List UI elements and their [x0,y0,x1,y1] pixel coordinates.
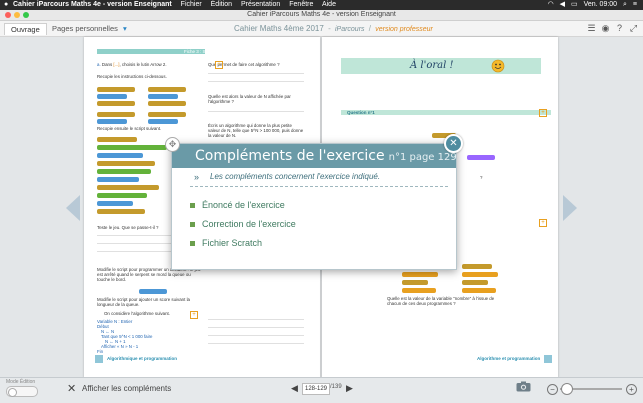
camera-icon[interactable] [516,381,531,392]
complement-item-enonce[interactable]: Énoncé de l'exercice [190,200,285,210]
search-icon[interactable]: ⌕ [623,1,627,8]
menu-app-name[interactable]: Cahier iParcours Maths 4e - version Ense… [13,1,172,8]
bullet-icon [190,222,195,228]
list-icon[interactable]: ☰ [586,23,597,34]
tab-pages-personnelles-label: Pages personnelles [52,24,118,33]
left-q3-text: Quelle est alors la valeur de N affichée… [208,94,291,104]
next-page-button[interactable]: ▶ [346,383,353,394]
fullscreen-icon[interactable]: ⤢ [628,23,639,34]
apple-icon[interactable]: ● [4,0,8,10]
show-complements-label[interactable]: Afficher les compléments [82,384,171,393]
zoom-slider-knob[interactable] [561,383,573,395]
left-footer-label: Algorithmique et programmation [107,356,178,361]
left-page-number-box [95,355,103,363]
exercise-a2-text: Recopie les instructions ci-dessous. [97,74,167,79]
algorithm-title: On considère l'algorithme suivant. [104,311,170,316]
menu-fenetre[interactable]: Fenêtre [289,1,313,8]
eye-icon[interactable]: ◉ [600,23,611,34]
complement-item-enonce-label: Énoncé de l'exercice [202,200,285,210]
question-label: Question n°1 [347,110,375,115]
mode-edition-label: Mode Édition [6,379,36,385]
algorithm-line-7: Fin [97,349,104,354]
tab-pages-personnelles[interactable]: Pages personnelles ▾ [46,23,133,34]
close-complements-icon[interactable]: ✕ [67,382,76,395]
menubar: ● Cahier iParcours Maths 4e - version En… [0,0,643,10]
complement-item-correction[interactable]: Correction de l'exercice [190,219,296,229]
right-add-complement-button-2[interactable]: + [539,219,547,227]
complement-item-correction-label: Correction de l'exercice [202,219,296,229]
menu-fichier[interactable]: Fichier [181,1,202,8]
right-page-number-box [544,355,552,363]
previous-page-button[interactable]: ◀ [291,383,298,394]
page-total: /139 [330,384,342,390]
menu-presentation[interactable]: Présentation [241,1,280,8]
volume-icon[interactable]: ◀ [560,1,565,8]
right-q-snippet: ? [480,175,483,180]
double-chevron-icon: » [194,172,200,182]
dialog-close-button[interactable]: ✕ [444,134,463,153]
zoom-in-button[interactable]: + [626,384,637,395]
window-title: Cahier iParcours Maths 4e - version Ense… [247,11,396,18]
menu-edition[interactable]: Édition [211,1,232,8]
next-page-arrow-icon[interactable] [563,195,577,221]
bullet-icon [190,241,195,247]
complement-item-scratch-label: Fichier Scratch [202,238,263,248]
document-title: Cahier Maths 4ème 2017 - iParcours / ver… [234,24,433,33]
dialog-divider [190,186,448,187]
bottom-bar: Mode Édition ✕ Afficher les compléments … [0,377,643,403]
left-q4-text: Écris un algorithme qui donne la plus pe… [208,123,304,138]
menu-aide[interactable]: Aide [322,1,336,8]
doc-title-version: version professeur [375,26,433,33]
tab-ouvrage[interactable]: Ouvrage [4,23,47,35]
toggle-knob [8,388,17,397]
oral-title: À l'oral ! [410,60,454,71]
exercise-e-text: Modifie le script pour ajouter un score … [97,297,190,307]
toolbar: Ouvrage Pages personnelles ▾ Cahier Math… [0,21,643,37]
left-header-text: Fiche 3 : Scratch [184,49,218,54]
exercise-b-text: Recopie ensuite le script suivant. [97,126,162,131]
smiley-icon [491,59,505,73]
right-bottom-question: Quelle est la valeur de la variable "nom… [387,296,495,306]
previous-page-arrow-icon[interactable] [66,195,80,221]
zoom-out-button[interactable]: − [547,384,558,395]
right-footer-label: Algorithme et programmation [477,356,541,361]
exercise-a-text: a. Dans [...], choisis le lutin Arrow 2. [97,62,167,67]
move-handle-icon[interactable]: ✥ [165,137,180,152]
page-number-input[interactable]: 128-129 [302,383,330,395]
algorithm-line-6: Afficher « N » N - 1 [101,344,139,349]
mode-edition-toggle[interactable] [6,386,38,397]
dialog-header: Compléments de l'exercice n°1 page 129 [172,144,457,168]
chevron-down-icon: ▾ [122,24,127,33]
window-titlebar: Cahier iParcours Maths 4e - version Ense… [0,10,643,21]
oral-banner: À l'oral ! [341,58,541,74]
menubar-clock[interactable]: Ven. 09:00 [584,1,617,8]
exercise-c-text: Teste le jeu. Que se passe-t-il ? [97,225,159,230]
complement-item-scratch[interactable]: Fichier Scratch [190,238,262,248]
doc-title-main: Cahier Maths 4ème 2017 [234,24,324,33]
dialog-title: Compléments de l'exercice n°1 page 129 [195,148,457,164]
doc-title-sub: iParcours [334,26,365,33]
left-top-add-button[interactable]: + [215,61,223,69]
wifi-icon[interactable]: ◠ [548,1,554,8]
battery-icon[interactable]: ▭ [571,1,578,8]
menu-list-icon[interactable]: ≡ [633,1,637,8]
help-icon[interactable]: ? [614,23,625,34]
dialog-title-suffix: n°1 page 129 [388,152,457,163]
left-add-complement-button[interactable]: + [190,311,198,319]
dialog-subtitle: Les compléments concernent l'exercice in… [210,172,381,181]
bullet-icon [190,203,195,209]
right-add-complement-button-1[interactable]: + [539,109,547,117]
complements-dialog: Compléments de l'exercice n°1 page 129 » … [171,143,457,270]
dialog-title-main: Compléments de l'exercice [195,148,385,164]
